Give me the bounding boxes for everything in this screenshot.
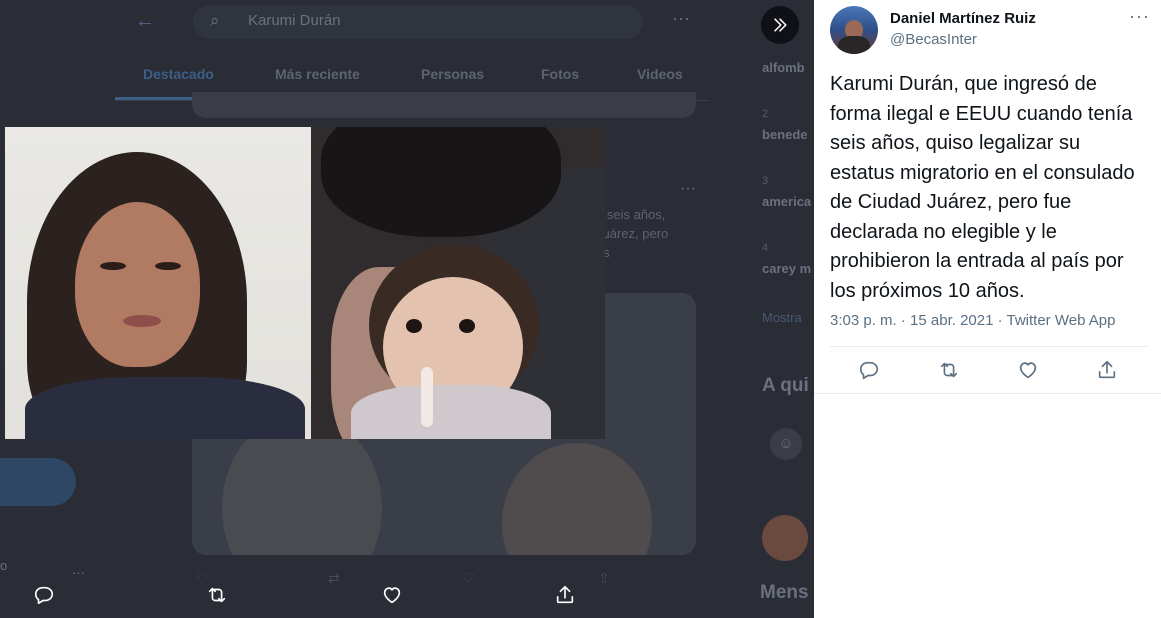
face-shape xyxy=(75,202,200,367)
who-to-follow-heading: A qui xyxy=(762,375,809,396)
mouth-shape xyxy=(123,315,161,327)
messages-heading[interactable]: Mens xyxy=(760,582,809,604)
shirt-shape xyxy=(25,377,305,439)
snippet-line: os xyxy=(596,243,706,262)
tab-featured[interactable]: Destacado xyxy=(143,66,214,82)
suggested-account-avatar[interactable] xyxy=(762,515,808,561)
card-photo-baby xyxy=(502,443,652,555)
trend-number: 2 xyxy=(762,108,769,120)
eye-shape xyxy=(155,262,181,270)
retweet-icon: ⇄ xyxy=(328,570,340,586)
show-more-link[interactable]: Mostra xyxy=(762,310,802,325)
trend-label[interactable]: america xyxy=(762,194,811,209)
eye-shape xyxy=(406,319,422,333)
tweet-text: Karumi Durán, que ingresó de forma ilega… xyxy=(830,73,1135,302)
baby-shirt-shape xyxy=(351,385,551,439)
left-more-icon[interactable]: ··· xyxy=(72,565,85,580)
suggested-account-logo[interactable]: ☺ xyxy=(770,428,802,460)
double-chevron-right-icon[interactable] xyxy=(761,6,799,44)
divider xyxy=(814,393,1161,394)
trend-number: 4 xyxy=(762,242,769,254)
trend-number: 3 xyxy=(762,175,769,187)
like-icon[interactable] xyxy=(381,584,405,608)
trend-label[interactable]: alfomb xyxy=(762,60,805,75)
left-fragment: o xyxy=(0,558,8,573)
more-horizontal-icon[interactable]: ··· xyxy=(1129,6,1150,27)
share-icon[interactable] xyxy=(1096,359,1120,383)
like-icon: ♡ xyxy=(462,570,475,586)
search-value: Karumi Durán xyxy=(248,12,341,29)
hair-shape xyxy=(321,127,561,237)
tab-videos[interactable]: Videos xyxy=(637,66,683,82)
photo-man-baby xyxy=(311,127,605,439)
tweet-media-image[interactable] xyxy=(5,127,605,439)
retweet-icon[interactable] xyxy=(938,359,962,383)
author-name[interactable]: Daniel Martínez Ruiz xyxy=(890,10,1036,27)
tweet-more-icon[interactable]: ··· xyxy=(680,180,696,198)
tab-people[interactable]: Personas xyxy=(421,66,484,82)
tweet-timestamp[interactable]: 3:03 p. m. · 15 abr. 2021 · Twitter Web … xyxy=(830,312,1115,329)
photo-woman xyxy=(5,127,311,439)
eye-shape xyxy=(459,319,475,333)
eye-shape xyxy=(100,262,126,270)
tweet-snippet: a seis años, Juárez, pero os xyxy=(596,205,706,262)
search-icon: ⌕ xyxy=(210,11,220,30)
tab-latest[interactable]: Más reciente xyxy=(275,66,360,82)
avatar-body-shape xyxy=(838,36,870,54)
snippet-line: a seis años, xyxy=(596,207,666,222)
share-icon[interactable] xyxy=(554,584,578,608)
previous-tweet-card xyxy=(192,92,696,118)
tab-photos[interactable]: Fotos xyxy=(541,66,579,82)
like-icon[interactable] xyxy=(1017,359,1041,383)
trend-label[interactable]: carey m xyxy=(762,261,811,276)
avatar[interactable] xyxy=(830,6,878,54)
teether-shape xyxy=(421,367,433,427)
tweet-button[interactable] xyxy=(0,458,76,506)
tweet-detail-panel: Daniel Martínez Ruiz @BecasInter ··· Kar… xyxy=(814,0,1161,618)
more-icon[interactable]: ··· xyxy=(672,8,690,29)
back-arrow-icon[interactable]: ← xyxy=(135,10,155,33)
share-icon: ⇧ xyxy=(598,570,610,586)
reply-icon[interactable] xyxy=(858,359,882,383)
reply-icon[interactable] xyxy=(33,584,57,608)
divider xyxy=(830,346,1148,347)
snippet-line: Juárez, pero xyxy=(596,226,669,241)
retweet-icon[interactable] xyxy=(206,584,230,608)
trend-label[interactable]: benede xyxy=(762,127,808,142)
author-handle[interactable]: @BecasInter xyxy=(890,31,977,48)
